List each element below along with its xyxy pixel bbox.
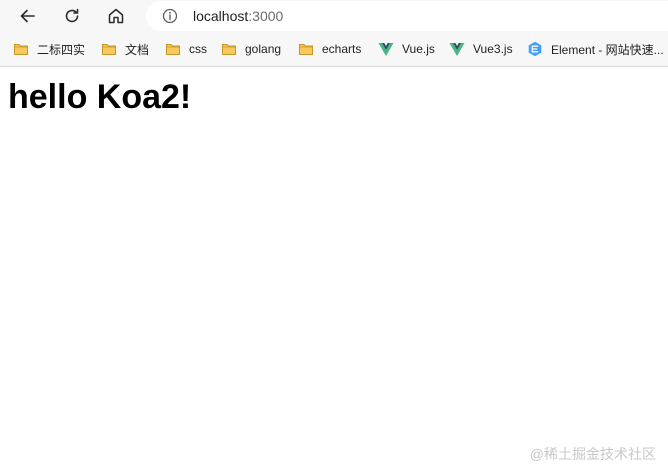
bookmark-label: Vue3.js	[473, 42, 513, 56]
bookmark-folder-golang[interactable]: golang	[221, 38, 281, 60]
bookmark-vue3js[interactable]: Vue3.js	[449, 38, 513, 60]
bookmark-folder-css[interactable]: css	[165, 38, 207, 60]
watermark: @稀土掘金技术社区	[529, 446, 656, 462]
url-text[interactable]: localhost:3000	[193, 7, 283, 25]
reload-icon	[65, 8, 79, 23]
page-heading: hello Koa2!	[8, 78, 192, 116]
folder-icon	[165, 41, 181, 57]
url-port: :3000	[248, 8, 284, 24]
bookmark-label: css	[189, 42, 207, 56]
bookmark-label: echarts	[322, 42, 362, 56]
home-button[interactable]	[101, 2, 131, 30]
element-logo-icon	[527, 41, 543, 57]
reload-button[interactable]	[57, 2, 87, 30]
folder-icon	[298, 41, 314, 57]
folder-icon	[101, 41, 117, 57]
address-bar[interactable]: localhost:3000	[146, 1, 668, 31]
bookmark-element[interactable]: Element - 网站快速...	[527, 38, 664, 60]
bookmark-folder-wendang[interactable]: 文档	[101, 38, 149, 60]
home-icon	[108, 8, 124, 24]
url-host: localhost	[193, 8, 249, 24]
bookmarks-bar: 二标四实 文档 css golang echarts Vue.js Vue3.j…	[0, 33, 668, 67]
vue-logo-icon	[378, 41, 394, 57]
bookmark-label: golang	[245, 42, 282, 56]
bookmark-label: 二标四实	[37, 42, 86, 57]
vue-logo-icon	[449, 41, 465, 57]
bookmark-label: Vue.js	[402, 42, 435, 56]
folder-icon	[13, 41, 29, 57]
back-arrow-icon	[20, 9, 35, 23]
bookmark-vuejs[interactable]: Vue.js	[378, 38, 435, 60]
info-icon[interactable]	[162, 8, 178, 24]
bookmark-label: Element - 网站快速...	[551, 42, 664, 57]
folder-icon	[221, 41, 237, 57]
bookmark-folder-echarts[interactable]: echarts	[298, 38, 361, 60]
bookmark-label: 文档	[125, 42, 150, 57]
browser-toolbar: localhost:3000	[0, 0, 668, 33]
bookmark-folder-erbiaosishi[interactable]: 二标四实	[13, 38, 85, 60]
page-content: hello Koa2! @稀土掘金技术社区	[0, 67, 668, 476]
back-button[interactable]	[13, 2, 43, 30]
